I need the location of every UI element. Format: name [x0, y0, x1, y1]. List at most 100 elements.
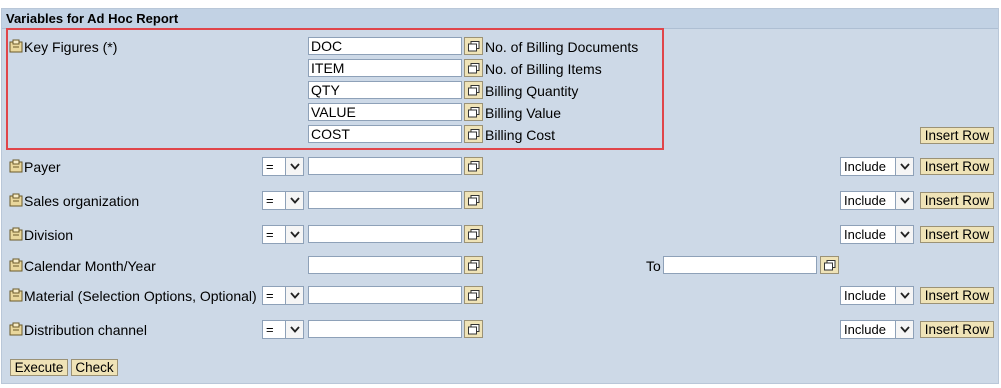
execute-button[interactable]: Execute: [10, 359, 68, 376]
include-select[interactable]: Include: [840, 225, 914, 244]
variable-5-value-input[interactable]: [308, 320, 462, 338]
key-figures-insert-row-button[interactable]: Insert Row: [920, 127, 994, 144]
variable-3-label: Calendar Month/Year: [24, 258, 156, 274]
variable-icon: [9, 322, 23, 336]
key-figure-description: Billing Quantity: [485, 83, 579, 99]
value-help-icon: [823, 259, 835, 270]
key-figure-input[interactable]: [308, 81, 462, 99]
insert-row-button[interactable]: Insert Row: [920, 226, 994, 243]
dropdown-arrow[interactable]: [285, 226, 303, 243]
variable-1-value-input[interactable]: [308, 191, 462, 209]
variable-0-value-input[interactable]: [308, 157, 462, 175]
value-help-icon: [467, 106, 479, 117]
dropdown-arrow[interactable]: [285, 321, 303, 338]
variable-2-label: Division: [24, 227, 74, 243]
value-help-icon: [467, 259, 479, 270]
chevron-down-icon: [899, 326, 910, 333]
include-value: Include: [844, 227, 886, 242]
value-help-icon: [467, 194, 479, 205]
value-help-button[interactable]: [464, 225, 483, 243]
dropdown-arrow[interactable]: [285, 158, 303, 175]
operator-value: =: [266, 193, 274, 208]
dropdown-arrow[interactable]: [895, 226, 913, 243]
value-help-button[interactable]: [464, 191, 483, 209]
to-value-input[interactable]: [663, 256, 817, 274]
dropdown-arrow[interactable]: [895, 287, 913, 304]
value-help-button[interactable]: [464, 157, 483, 175]
insert-row-button[interactable]: Insert Row: [920, 158, 994, 175]
include-select[interactable]: Include: [840, 286, 914, 305]
insert-row-button[interactable]: Insert Row: [920, 287, 994, 304]
operator-select[interactable]: =: [262, 320, 304, 339]
variable-icon: [9, 39, 23, 53]
chevron-down-icon: [899, 163, 910, 170]
variable-2-value-input[interactable]: [308, 225, 462, 243]
value-help-button[interactable]: [820, 256, 839, 274]
operator-value: =: [266, 227, 274, 242]
value-help-button[interactable]: [464, 59, 483, 77]
value-help-button[interactable]: [464, 320, 483, 338]
value-help-button[interactable]: [464, 125, 483, 143]
chevron-down-icon: [289, 292, 300, 299]
operator-select[interactable]: =: [262, 191, 304, 210]
key-figure-description: No. of Billing Items: [485, 61, 602, 77]
include-value: Include: [844, 159, 886, 174]
dropdown-arrow[interactable]: [895, 158, 913, 175]
chevron-down-icon: [899, 292, 910, 299]
value-help-button[interactable]: [464, 103, 483, 121]
chevron-down-icon: [289, 231, 300, 238]
key-figure-input[interactable]: [308, 37, 462, 55]
check-button[interactable]: Check: [71, 359, 118, 376]
include-value: Include: [844, 322, 886, 337]
operator-select[interactable]: =: [262, 286, 304, 305]
variable-icon: [9, 258, 23, 272]
dropdown-arrow[interactable]: [895, 192, 913, 209]
key-figure-input[interactable]: [308, 103, 462, 121]
value-help-icon: [467, 84, 479, 95]
value-help-button[interactable]: [464, 81, 483, 99]
operator-value: =: [266, 322, 274, 337]
key-figure-description: Billing Cost: [485, 127, 556, 143]
key-figure-description: Billing Value: [485, 105, 562, 121]
value-help-button[interactable]: [464, 37, 483, 55]
to-label: To: [646, 258, 661, 274]
value-help-button[interactable]: [464, 256, 483, 274]
variable-1-label: Sales organization: [24, 193, 140, 209]
operator-value: =: [266, 159, 274, 174]
key-figure-input[interactable]: [308, 125, 462, 143]
value-help-icon: [467, 289, 479, 300]
operator-select[interactable]: =: [262, 225, 304, 244]
dropdown-arrow[interactable]: [895, 321, 913, 338]
include-value: Include: [844, 288, 886, 303]
variable-icon: [9, 288, 23, 302]
dropdown-arrow[interactable]: [285, 192, 303, 209]
key-figures-label: Key Figures (*): [24, 39, 118, 55]
value-help-icon: [467, 128, 479, 139]
variable-3-value-input[interactable]: [308, 256, 462, 274]
key-figure-input[interactable]: [308, 59, 462, 77]
value-help-icon: [467, 160, 479, 171]
value-help-icon: [467, 40, 479, 51]
value-help-icon: [467, 62, 479, 73]
variable-4-value-input[interactable]: [308, 286, 462, 304]
dropdown-arrow[interactable]: [285, 287, 303, 304]
chevron-down-icon: [899, 231, 910, 238]
value-help-button[interactable]: [464, 286, 483, 304]
chevron-down-icon: [899, 197, 910, 204]
variable-icon: [9, 193, 23, 207]
operator-select[interactable]: =: [262, 157, 304, 176]
value-help-icon: [467, 323, 479, 334]
include-value: Include: [844, 193, 886, 208]
insert-row-button[interactable]: Insert Row: [920, 192, 994, 209]
insert-row-button[interactable]: Insert Row: [920, 321, 994, 338]
variable-0-label: Payer: [24, 159, 61, 175]
chevron-down-icon: [289, 326, 300, 333]
value-help-icon: [467, 228, 479, 239]
include-select[interactable]: Include: [840, 320, 914, 339]
variable-4-label: Material (Selection Options, Optional): [24, 288, 257, 304]
chevron-down-icon: [289, 163, 300, 170]
variable-icon: [9, 227, 23, 241]
key-figure-description: No. of Billing Documents: [485, 39, 639, 55]
include-select[interactable]: Include: [840, 191, 914, 210]
include-select[interactable]: Include: [840, 157, 914, 176]
